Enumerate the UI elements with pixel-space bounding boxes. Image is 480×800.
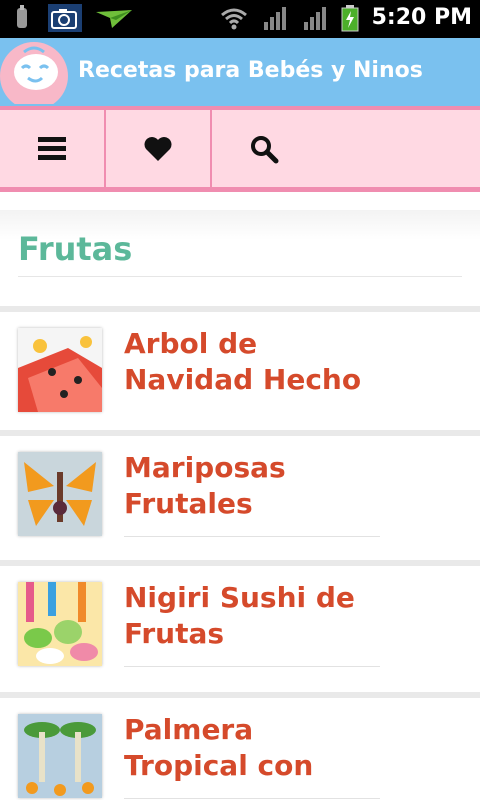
wifi-icon: [220, 4, 248, 32]
plane-icon: [94, 4, 134, 32]
toolbar: [0, 106, 480, 192]
card-divider: [124, 798, 380, 799]
recipe-card[interactable]: Nigiri Sushi de Frutas: [0, 560, 480, 678]
menu-button[interactable]: [0, 110, 104, 187]
status-right-icons: 5:20 PM: [220, 4, 472, 32]
app-header: Recetas para Bebés y Ninos: [0, 38, 480, 110]
battery-charging-icon: [340, 4, 360, 32]
signal-1x-icon: [300, 4, 328, 32]
recipe-card[interactable]: Palmera Tropical con Frutas: [0, 692, 480, 800]
signal-ev-icon: [260, 4, 288, 32]
app-title: Recetas para Bebés y Ninos: [78, 58, 423, 83]
recipe-thumbnail-palmera: [18, 714, 102, 798]
recipe-title[interactable]: Palmera Tropical con Frutas: [124, 712, 380, 784]
search-button[interactable]: [212, 110, 316, 187]
recipe-thumbnail-nigiri: [18, 582, 102, 666]
card-divider: [124, 666, 380, 667]
status-bar: 5:20 PM: [0, 0, 480, 38]
recipe-thumbnail-arbol: [18, 328, 102, 412]
recipe-thumbnail-mariposas: [18, 452, 102, 536]
card-divider: [124, 536, 380, 537]
status-left-icons: [8, 4, 134, 32]
section-title: Frutas: [18, 230, 133, 268]
status-time: 5:20 PM: [371, 5, 472, 30]
camera-pro-icon: [48, 4, 82, 32]
usb-icon: [8, 4, 36, 32]
menu-icon: [38, 136, 66, 160]
section-divider: [18, 276, 462, 277]
recipe-card[interactable]: Mariposas Frutales: [0, 430, 480, 548]
heart-icon: [144, 136, 172, 161]
recipe-list-area[interactable]: Frutas Arbol de Navidad Hecho con Frutas: [0, 192, 480, 800]
favorites-button[interactable]: [106, 110, 210, 187]
baby-logo-icon[interactable]: [0, 40, 72, 110]
recipe-card[interactable]: Arbol de Navidad Hecho con Frutas: [0, 306, 480, 424]
recipe-title[interactable]: Mariposas Frutales: [124, 450, 380, 522]
recipe-title[interactable]: Nigiri Sushi de Frutas: [124, 580, 380, 652]
search-icon: [251, 135, 279, 163]
recipe-title[interactable]: Arbol de Navidad Hecho con Frutas: [124, 326, 380, 398]
